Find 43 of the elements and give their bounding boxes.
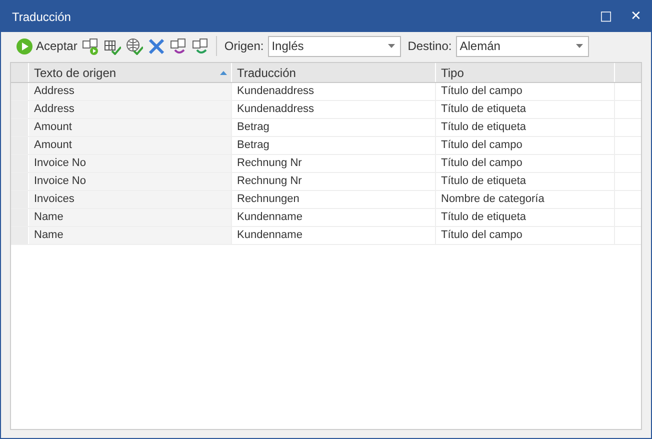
caret-icon[interactable]	[388, 44, 395, 48]
table-cell: Address	[29, 101, 232, 118]
target-dropdown[interactable]: Alemán	[456, 36, 589, 56]
table-cell: Address	[29, 83, 232, 100]
table-cell: Kundenname	[232, 209, 436, 226]
caret-icon[interactable]	[576, 44, 583, 48]
table-cell: Amount	[29, 119, 232, 136]
accept-button[interactable]: Aceptar	[14, 35, 80, 57]
table-cell: Amount	[29, 137, 232, 154]
column-header[interactable]: Traducción	[232, 63, 436, 82]
table-cell: Invoice No	[29, 155, 232, 172]
table-cell: Título de etiqueta	[436, 209, 615, 226]
target-label: Destino:	[408, 39, 452, 53]
table-cell: Título del campo	[436, 137, 615, 154]
table-cell: Kundenaddress	[232, 101, 436, 118]
table-cell: Título del campo	[436, 227, 615, 244]
column-header[interactable]: Texto de origen	[29, 63, 232, 82]
table-cell: Invoices	[29, 191, 232, 208]
table-cell: Name	[29, 227, 232, 244]
table-cell: Betrag	[232, 137, 436, 154]
table-cell: Título de etiqueta	[436, 119, 615, 136]
close-button[interactable]: ✕	[621, 4, 651, 28]
table-cell: Invoice No	[29, 173, 232, 190]
table-cell: Name	[29, 209, 232, 226]
source-label: Origen:	[224, 39, 264, 53]
row-indicator[interactable]	[11, 227, 29, 244]
table-cell: Rechnung Nr	[232, 173, 436, 190]
window-title: Traducción	[11, 10, 71, 24]
table-cell: Kundenname	[232, 227, 436, 244]
table-cell: Título de etiqueta	[436, 101, 615, 118]
table-cell: Rechnung Nr	[232, 155, 436, 172]
table-cell: Título del campo	[436, 155, 615, 172]
table-cell: Kundenaddress	[232, 83, 436, 100]
table-cell: Betrag	[232, 119, 436, 136]
maximize-button[interactable]: □	[591, 4, 621, 28]
source-dropdown[interactable]: Inglés	[268, 36, 401, 56]
table-cell: Nombre de categoría	[436, 191, 615, 208]
table-cell: Rechnungen	[232, 191, 436, 208]
table-cell: Título de etiqueta	[436, 173, 615, 190]
table-cell: Título del campo	[436, 83, 615, 100]
column-header[interactable]: Tipo	[436, 63, 615, 82]
row-indicator[interactable]	[11, 83, 29, 100]
play-icon	[16, 38, 33, 54]
